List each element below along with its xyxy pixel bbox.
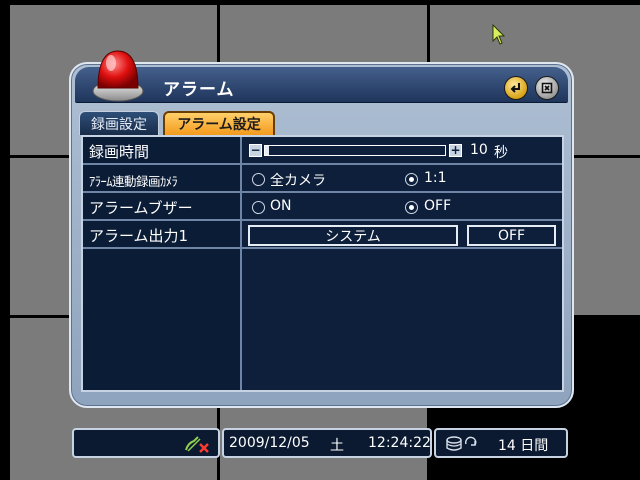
- status-storage: 14 日間: [434, 428, 568, 458]
- radio-buzzer-on[interactable]: [252, 201, 265, 214]
- alarm-camera-label: ｱﾗｰﾑ連動録画ｶﾒﾗ: [89, 174, 178, 189]
- status-datetime: 2009/12/05 土 12:24:22: [222, 428, 432, 458]
- alarm-buzzer-control: ON OFF: [244, 193, 562, 221]
- buzzer-on-label: ON: [270, 198, 292, 214]
- status-audio: [72, 428, 220, 458]
- settings-panel: 録画時間 − + 10 秒 ｱﾗｰﾑ連動録画ｶﾒﾗ 全カメラ 1:1 アラームブ…: [81, 135, 564, 392]
- tab-alarm-settings[interactable]: アラーム設定: [163, 111, 275, 135]
- row-alarm-buzzer: アラームブザー ON OFF: [83, 193, 562, 221]
- dialog-title: アラーム: [163, 80, 235, 100]
- alarm-output-label: アラーム出力1: [89, 227, 189, 245]
- status-time: 12:24:22: [368, 435, 431, 451]
- speaker-mute-icon: [185, 436, 209, 453]
- slider-fill: [265, 146, 269, 155]
- buzzer-off-label: OFF: [424, 198, 452, 214]
- alarm-dialog: アラーム 録画設定 アラーム設定 録画時間 − + 10 秒 ｱﾗｰﾑ連動録画ｶ…: [69, 50, 574, 408]
- all-cameras-label: 全カメラ: [270, 173, 326, 189]
- hdd-overwrite-icon: [446, 436, 477, 451]
- row-record-time: 録画時間 − + 10 秒: [83, 137, 562, 165]
- enter-icon: [510, 83, 520, 93]
- status-weekday: 土: [330, 438, 344, 454]
- radio-one-to-one[interactable]: [405, 173, 418, 186]
- alarm-buzzer-label: アラームブザー: [89, 199, 193, 217]
- record-time-label: 録画時間: [89, 143, 150, 161]
- close-icon: [541, 82, 553, 94]
- row-alarm-output: アラーム出力1 システム OFF: [83, 221, 562, 249]
- row-alarm-camera: ｱﾗｰﾑ連動録画ｶﾒﾗ 全カメラ 1:1: [83, 165, 562, 193]
- radio-buzzer-off[interactable]: [405, 201, 418, 214]
- alarm-output-control: システム OFF: [244, 221, 562, 249]
- title-bar: アラーム: [75, 50, 568, 103]
- radio-all-cameras[interactable]: [252, 173, 265, 186]
- enter-button[interactable]: [504, 76, 528, 100]
- slider-decrease-button[interactable]: −: [249, 144, 262, 157]
- slider-increase-button[interactable]: +: [449, 144, 462, 157]
- alarm-camera-control: 全カメラ 1:1: [244, 165, 562, 193]
- record-time-control: − + 10 秒: [244, 137, 562, 165]
- status-date: 2009/12/05: [229, 435, 310, 451]
- alarm-output-state-button[interactable]: OFF: [467, 225, 556, 246]
- days-remaining: 14 日間: [498, 438, 549, 454]
- close-button[interactable]: [535, 76, 559, 100]
- tab-record-settings[interactable]: 録画設定: [79, 111, 159, 135]
- record-time-value: 10: [470, 142, 488, 158]
- alarm-output-mode-button[interactable]: システム: [248, 225, 458, 246]
- record-time-unit: 秒: [494, 145, 508, 161]
- alarm-lamp-icon: [92, 50, 144, 102]
- mouse-cursor-icon: [492, 24, 506, 45]
- one-to-one-label: 1:1: [424, 170, 447, 186]
- record-time-slider[interactable]: [264, 145, 446, 156]
